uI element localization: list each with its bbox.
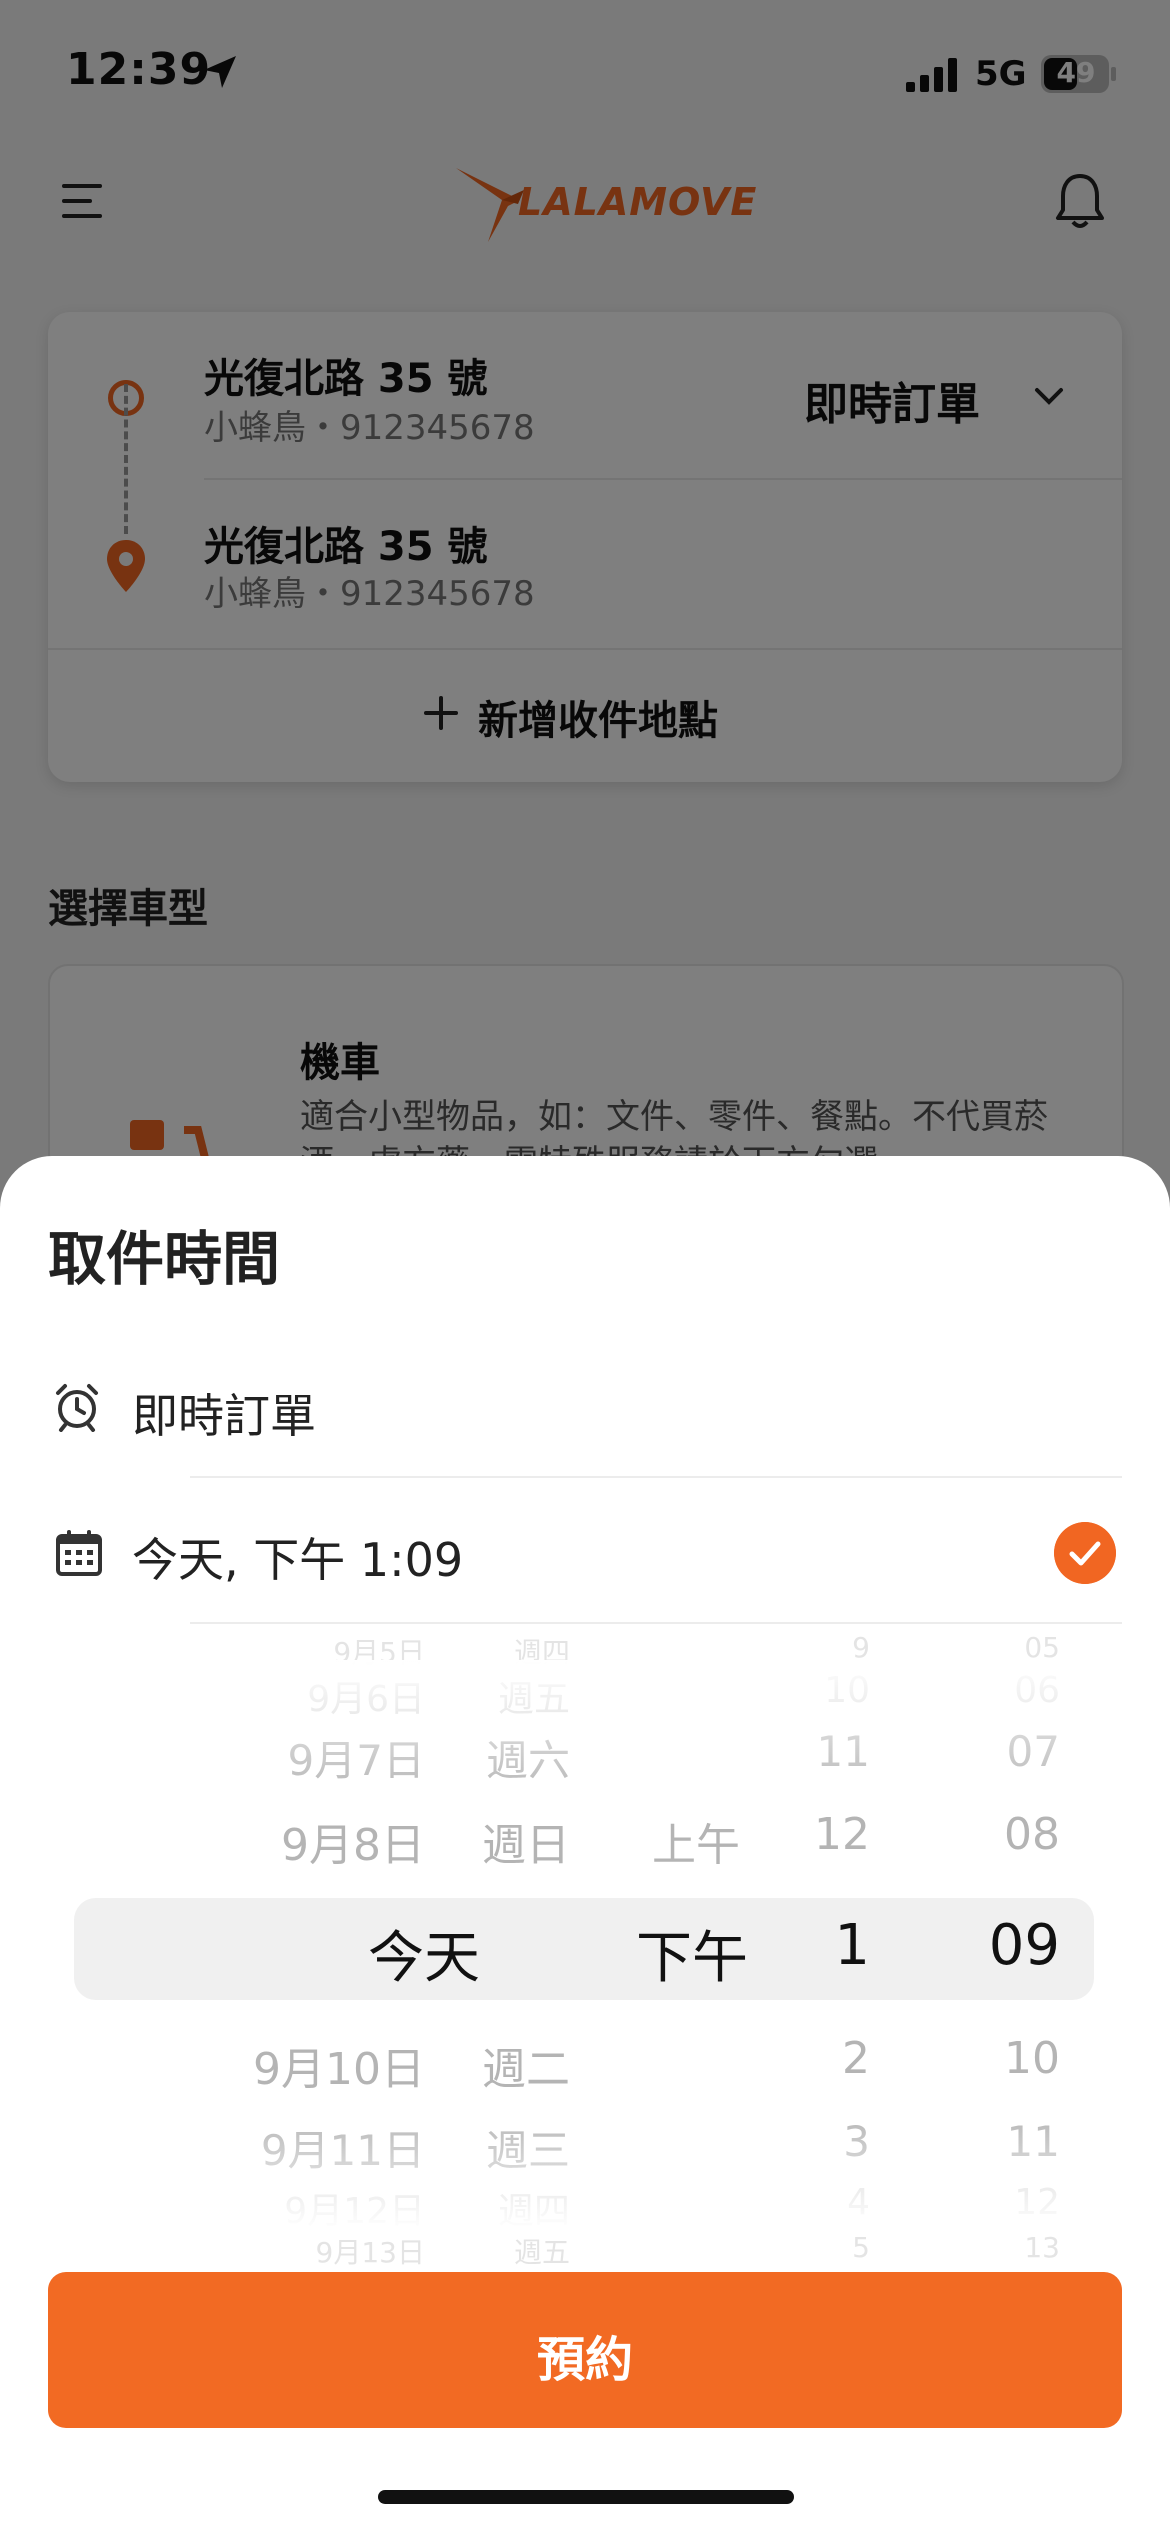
book-button-label: 預約 [536,2334,633,2387]
divider [190,1476,1122,1478]
picker-minute-item[interactable]: 05 [1024,1631,1060,1664]
picker-ampm-item[interactable]: 上午 [652,1809,740,1873]
picker-hour-item[interactable]: 12 [814,1809,870,1860]
picker-hour-item[interactable]: 2 [842,2033,870,2084]
picker-selection-highlight [74,1898,1094,2000]
picker-fade-top [0,1660,1170,1800]
picker-minute-item[interactable]: 09 [989,1913,1060,1978]
picker-day-item[interactable]: 9月8日 [281,1809,425,1873]
picker-weekday-item[interactable]: 週五 [514,2231,570,2271]
picker-weekday-item[interactable]: 週日 [482,1809,570,1873]
picker-fade-bottom [0,2110,1170,2230]
checkmark-icon [1054,1522,1116,1584]
picker-weekday-item[interactable]: 週二 [482,2033,570,2097]
book-button[interactable]: 預約 [48,2272,1122,2428]
option-scheduled[interactable]: 今天, 下午 1:09 [132,1524,463,1590]
option-immediate[interactable]: 即時訂單 [132,1380,316,1446]
alarm-clock-icon [56,1384,98,1432]
picker-hour-item[interactable]: 5 [852,2231,870,2264]
divider [190,1622,1122,1624]
sheet-title: 取件時間 [48,1225,281,1293]
picker-day-item[interactable]: 9月10日 [253,2033,425,2097]
picker-minute-item[interactable]: 13 [1024,2231,1060,2264]
picker-minute-item[interactable]: 10 [1004,2033,1060,2084]
calendar-icon [56,1530,102,1576]
picker-day-item[interactable]: 9月13日 [316,2231,425,2271]
picker-minute-item[interactable]: 08 [1004,1809,1060,1860]
picker-hour-item[interactable]: 9 [852,1631,870,1664]
home-indicator[interactable] [378,2490,794,2504]
picker-hour-item[interactable]: 1 [834,1913,870,1978]
picker-day-item[interactable]: 今天 [368,1913,480,1994]
picker-ampm-item[interactable]: 下午 [636,1913,748,1994]
